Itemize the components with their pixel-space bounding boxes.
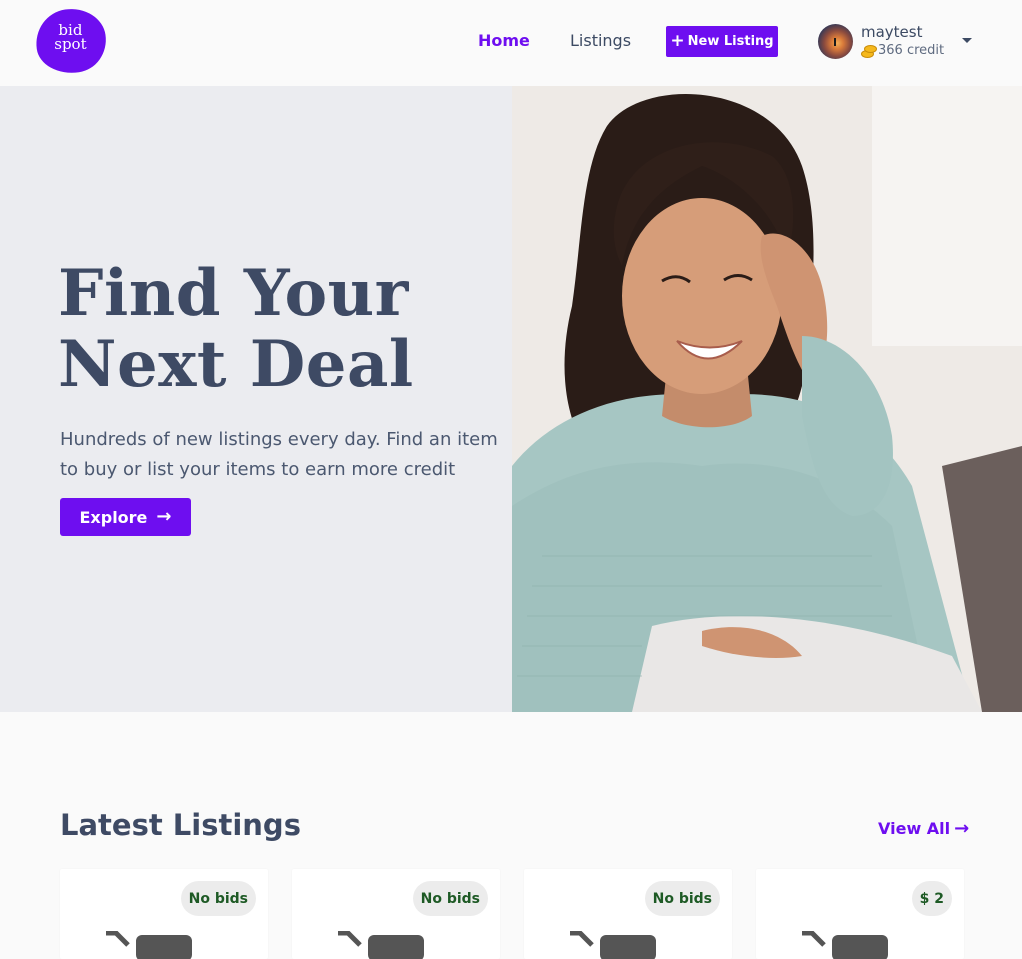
hero-title: Find Your Next Deal (58, 258, 498, 400)
nav-link-listings[interactable]: Listings (570, 31, 631, 50)
arrow-right-icon: → (156, 506, 172, 527)
logo-text: bid spot (35, 21, 105, 54)
coins-icon (861, 44, 877, 58)
image-placeholder-icon (106, 931, 192, 959)
image-placeholder-icon (570, 931, 656, 959)
view-all-label: View All (878, 819, 951, 838)
user-credit: 366 credit (861, 43, 944, 58)
bid-status-badge: No bids (412, 881, 488, 916)
view-all-link[interactable]: View All → (878, 819, 969, 838)
arrow-right-icon: → (954, 817, 970, 839)
new-listing-label: New Listing (687, 34, 774, 49)
listing-card[interactable]: $ 2 (756, 869, 964, 959)
image-placeholder-icon (802, 931, 888, 959)
explore-label: Explore (79, 507, 148, 527)
user-avatar[interactable] (818, 24, 853, 59)
bid-status-badge: No bids (644, 881, 720, 916)
username[interactable]: maytest (861, 23, 923, 41)
bidspot-logo[interactable]: bid spot (31, 4, 111, 78)
hero-subtitle: Hundreds of new listings every day. Find… (60, 429, 498, 480)
new-listing-button[interactable]: + New Listing (666, 26, 778, 57)
logo-line-2: spot (54, 35, 87, 54)
caret-down-icon[interactable] (962, 38, 972, 43)
listing-card[interactable]: No bids (524, 869, 732, 959)
site-header: bid spot Home Listings + New Listing may… (0, 0, 1022, 86)
bid-status-badge: $ 2 (911, 881, 952, 916)
bid-status-badge: No bids (180, 881, 256, 916)
hero-title-line-1: Find Your (58, 256, 409, 331)
nav-link-home[interactable]: Home (478, 31, 530, 50)
explore-button[interactable]: Explore → (60, 498, 191, 536)
image-placeholder-icon (338, 931, 424, 959)
hero-title-line-2: Next Deal (58, 327, 414, 402)
listing-card[interactable]: No bids (60, 869, 268, 959)
hero-photo-illustration (512, 86, 1022, 712)
plus-icon: + (670, 31, 685, 51)
listing-card[interactable]: No bids (292, 869, 500, 959)
latest-listings-title: Latest Listings (60, 808, 301, 842)
hero-image (512, 86, 1022, 712)
credit-amount: 366 credit (878, 43, 945, 58)
